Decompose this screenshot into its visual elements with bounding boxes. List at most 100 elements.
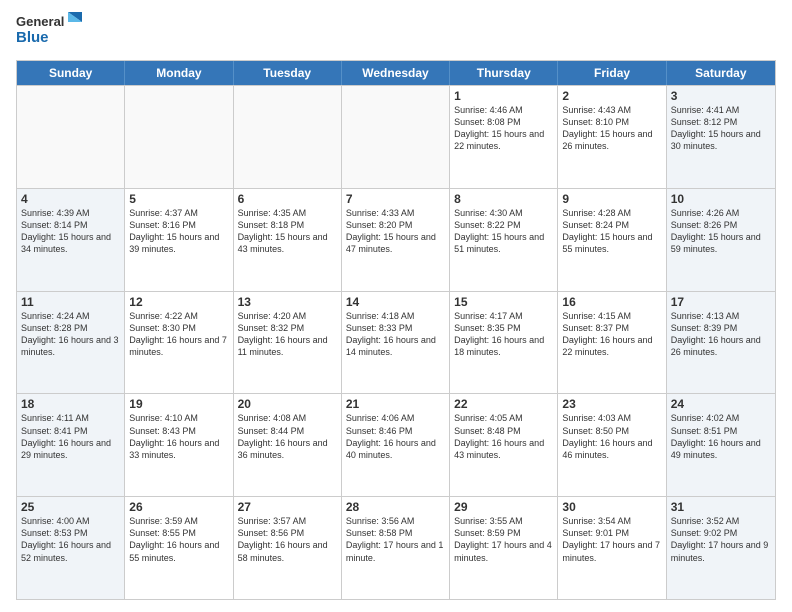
day-cell: 19Sunrise: 4:10 AM Sunset: 8:43 PM Dayli… [125,394,233,496]
logo: General Blue [16,12,86,52]
day-cell: 30Sunrise: 3:54 AM Sunset: 9:01 PM Dayli… [558,497,666,599]
day-info: Sunrise: 4:08 AM Sunset: 8:44 PM Dayligh… [238,412,337,461]
day-cell: 5Sunrise: 4:37 AM Sunset: 8:16 PM Daylig… [125,189,233,291]
day-info: Sunrise: 4:13 AM Sunset: 8:39 PM Dayligh… [671,310,771,359]
day-number: 27 [238,500,337,514]
day-cell: 12Sunrise: 4:22 AM Sunset: 8:30 PM Dayli… [125,292,233,394]
day-number: 8 [454,192,553,206]
day-info: Sunrise: 4:33 AM Sunset: 8:20 PM Dayligh… [346,207,445,256]
day-cell: 24Sunrise: 4:02 AM Sunset: 8:51 PM Dayli… [667,394,775,496]
day-cell: 21Sunrise: 4:06 AM Sunset: 8:46 PM Dayli… [342,394,450,496]
day-info: Sunrise: 4:05 AM Sunset: 8:48 PM Dayligh… [454,412,553,461]
header: General Blue [16,12,776,52]
day-cell: 7Sunrise: 4:33 AM Sunset: 8:20 PM Daylig… [342,189,450,291]
day-info: Sunrise: 4:10 AM Sunset: 8:43 PM Dayligh… [129,412,228,461]
day-info: Sunrise: 4:35 AM Sunset: 8:18 PM Dayligh… [238,207,337,256]
day-number: 18 [21,397,120,411]
day-info: Sunrise: 4:37 AM Sunset: 8:16 PM Dayligh… [129,207,228,256]
week-row-1: 1Sunrise: 4:46 AM Sunset: 8:08 PM Daylig… [17,85,775,188]
day-info: Sunrise: 4:11 AM Sunset: 8:41 PM Dayligh… [21,412,120,461]
day-info: Sunrise: 4:41 AM Sunset: 8:12 PM Dayligh… [671,104,771,153]
week-row-2: 4Sunrise: 4:39 AM Sunset: 8:14 PM Daylig… [17,188,775,291]
day-number: 4 [21,192,120,206]
day-cell: 28Sunrise: 3:56 AM Sunset: 8:58 PM Dayli… [342,497,450,599]
week-row-5: 25Sunrise: 4:00 AM Sunset: 8:53 PM Dayli… [17,496,775,599]
day-info: Sunrise: 4:03 AM Sunset: 8:50 PM Dayligh… [562,412,661,461]
logo-svg: General Blue [16,12,86,52]
day-number: 31 [671,500,771,514]
day-info: Sunrise: 3:59 AM Sunset: 8:55 PM Dayligh… [129,515,228,564]
day-number: 2 [562,89,661,103]
day-cell: 10Sunrise: 4:26 AM Sunset: 8:26 PM Dayli… [667,189,775,291]
day-info: Sunrise: 4:18 AM Sunset: 8:33 PM Dayligh… [346,310,445,359]
day-number: 23 [562,397,661,411]
page: General Blue SundayMondayTuesdayWednesda… [0,0,792,612]
day-info: Sunrise: 4:17 AM Sunset: 8:35 PM Dayligh… [454,310,553,359]
day-cell: 26Sunrise: 3:59 AM Sunset: 8:55 PM Dayli… [125,497,233,599]
day-cell: 4Sunrise: 4:39 AM Sunset: 8:14 PM Daylig… [17,189,125,291]
day-cell: 23Sunrise: 4:03 AM Sunset: 8:50 PM Dayli… [558,394,666,496]
day-number: 15 [454,295,553,309]
day-headers: SundayMondayTuesdayWednesdayThursdayFrid… [17,61,775,85]
day-cell: 15Sunrise: 4:17 AM Sunset: 8:35 PM Dayli… [450,292,558,394]
day-header-monday: Monday [125,61,233,85]
day-info: Sunrise: 4:22 AM Sunset: 8:30 PM Dayligh… [129,310,228,359]
day-cell: 27Sunrise: 3:57 AM Sunset: 8:56 PM Dayli… [234,497,342,599]
day-cell: 22Sunrise: 4:05 AM Sunset: 8:48 PM Dayli… [450,394,558,496]
day-number: 11 [21,295,120,309]
day-number: 1 [454,89,553,103]
day-info: Sunrise: 4:39 AM Sunset: 8:14 PM Dayligh… [21,207,120,256]
day-info: Sunrise: 4:26 AM Sunset: 8:26 PM Dayligh… [671,207,771,256]
day-number: 12 [129,295,228,309]
day-number: 29 [454,500,553,514]
day-number: 25 [21,500,120,514]
calendar-body: 1Sunrise: 4:46 AM Sunset: 8:08 PM Daylig… [17,85,775,599]
day-cell: 6Sunrise: 4:35 AM Sunset: 8:18 PM Daylig… [234,189,342,291]
day-number: 14 [346,295,445,309]
day-cell: 1Sunrise: 4:46 AM Sunset: 8:08 PM Daylig… [450,86,558,188]
day-number: 21 [346,397,445,411]
day-number: 5 [129,192,228,206]
day-number: 9 [562,192,661,206]
day-number: 10 [671,192,771,206]
day-header-sunday: Sunday [17,61,125,85]
day-info: Sunrise: 3:57 AM Sunset: 8:56 PM Dayligh… [238,515,337,564]
day-cell: 11Sunrise: 4:24 AM Sunset: 8:28 PM Dayli… [17,292,125,394]
day-number: 17 [671,295,771,309]
day-cell [17,86,125,188]
day-header-wednesday: Wednesday [342,61,450,85]
day-cell: 3Sunrise: 4:41 AM Sunset: 8:12 PM Daylig… [667,86,775,188]
day-header-saturday: Saturday [667,61,775,85]
day-number: 19 [129,397,228,411]
day-cell [234,86,342,188]
day-info: Sunrise: 4:43 AM Sunset: 8:10 PM Dayligh… [562,104,661,153]
day-info: Sunrise: 4:46 AM Sunset: 8:08 PM Dayligh… [454,104,553,153]
svg-text:Blue: Blue [16,29,49,46]
day-cell: 16Sunrise: 4:15 AM Sunset: 8:37 PM Dayli… [558,292,666,394]
day-number: 13 [238,295,337,309]
day-number: 28 [346,500,445,514]
svg-text:General: General [16,14,64,29]
week-row-3: 11Sunrise: 4:24 AM Sunset: 8:28 PM Dayli… [17,291,775,394]
day-cell: 20Sunrise: 4:08 AM Sunset: 8:44 PM Dayli… [234,394,342,496]
day-cell: 14Sunrise: 4:18 AM Sunset: 8:33 PM Dayli… [342,292,450,394]
day-info: Sunrise: 4:00 AM Sunset: 8:53 PM Dayligh… [21,515,120,564]
day-header-tuesday: Tuesday [234,61,342,85]
day-info: Sunrise: 4:28 AM Sunset: 8:24 PM Dayligh… [562,207,661,256]
day-cell: 8Sunrise: 4:30 AM Sunset: 8:22 PM Daylig… [450,189,558,291]
week-row-4: 18Sunrise: 4:11 AM Sunset: 8:41 PM Dayli… [17,393,775,496]
day-number: 3 [671,89,771,103]
day-number: 30 [562,500,661,514]
day-info: Sunrise: 4:02 AM Sunset: 8:51 PM Dayligh… [671,412,771,461]
day-cell: 29Sunrise: 3:55 AM Sunset: 8:59 PM Dayli… [450,497,558,599]
day-number: 16 [562,295,661,309]
day-info: Sunrise: 4:06 AM Sunset: 8:46 PM Dayligh… [346,412,445,461]
day-info: Sunrise: 4:20 AM Sunset: 8:32 PM Dayligh… [238,310,337,359]
day-info: Sunrise: 3:56 AM Sunset: 8:58 PM Dayligh… [346,515,445,564]
day-info: Sunrise: 3:52 AM Sunset: 9:02 PM Dayligh… [671,515,771,564]
day-cell: 31Sunrise: 3:52 AM Sunset: 9:02 PM Dayli… [667,497,775,599]
calendar: SundayMondayTuesdayWednesdayThursdayFrid… [16,60,776,600]
day-cell: 25Sunrise: 4:00 AM Sunset: 8:53 PM Dayli… [17,497,125,599]
day-number: 6 [238,192,337,206]
day-info: Sunrise: 4:24 AM Sunset: 8:28 PM Dayligh… [21,310,120,359]
